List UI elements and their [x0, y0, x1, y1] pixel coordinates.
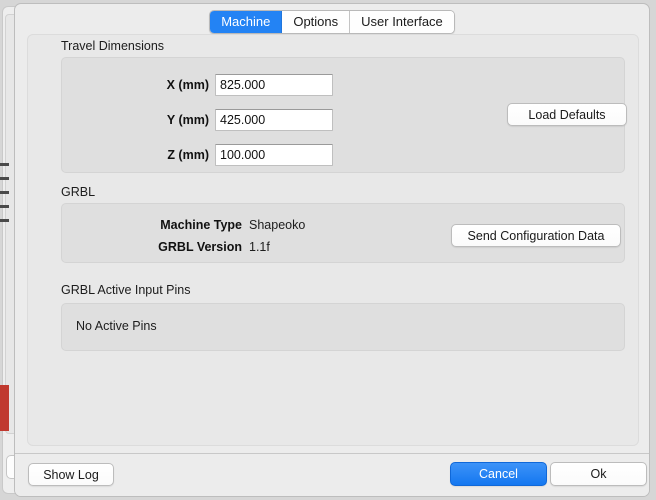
settings-dialog: Machine Options User Interface Travel Di…: [14, 3, 650, 497]
dialog-footer: Show Log Cancel Ok: [15, 454, 649, 496]
send-configuration-data-button[interactable]: Send Configuration Data: [451, 224, 621, 247]
cancel-button[interactable]: Cancel: [450, 462, 547, 486]
machine-type-label: Machine Type: [160, 218, 242, 232]
background-window-list-marks: [0, 163, 9, 237]
grbl-version-label: GRBL Version: [158, 240, 242, 254]
tab-machine[interactable]: Machine: [210, 11, 283, 33]
x-axis-input[interactable]: [215, 74, 333, 96]
load-defaults-button[interactable]: Load Defaults: [507, 103, 627, 126]
x-axis-label: X (mm): [166, 78, 209, 92]
background-window-red-indicator: [0, 385, 9, 431]
z-axis-label: Z (mm): [167, 148, 209, 162]
grbl-title: GRBL: [61, 185, 96, 199]
grbl-panel: Machine Type Shapeoko GRBL Version 1.1f …: [61, 203, 625, 263]
travel-dimensions-title: Travel Dimensions: [61, 39, 165, 53]
travel-dimensions-panel: X (mm) Y (mm) Z (mm) Load Defaults: [61, 57, 627, 173]
machine-settings-content: Travel Dimensions X (mm) Y (mm) Z (mm) L…: [27, 34, 639, 446]
field-row-x: X (mm): [89, 74, 339, 96]
tab-options[interactable]: Options: [282, 11, 351, 33]
field-row-y: Y (mm): [89, 109, 339, 131]
y-axis-label: Y (mm): [166, 113, 209, 127]
active-input-pins-title: GRBL Active Input Pins: [61, 283, 191, 297]
ok-button[interactable]: Ok: [550, 462, 647, 486]
info-row-machine-type: Machine Type Shapeoko: [92, 216, 412, 235]
machine-type-value: Shapeoko: [249, 218, 306, 232]
field-row-z: Z (mm): [89, 144, 339, 166]
y-axis-input[interactable]: [215, 109, 333, 131]
show-log-button[interactable]: Show Log: [28, 463, 114, 486]
z-axis-input[interactable]: [215, 144, 333, 166]
active-pins-status: No Active Pins: [76, 319, 157, 333]
tab-user-interface[interactable]: User Interface: [350, 11, 454, 33]
tab-group: Machine Options User Interface: [209, 10, 455, 34]
active-input-pins-panel: No Active Pins: [61, 303, 625, 351]
info-row-grbl-version: GRBL Version 1.1f: [92, 238, 412, 257]
grbl-version-value: 1.1f: [249, 240, 270, 254]
